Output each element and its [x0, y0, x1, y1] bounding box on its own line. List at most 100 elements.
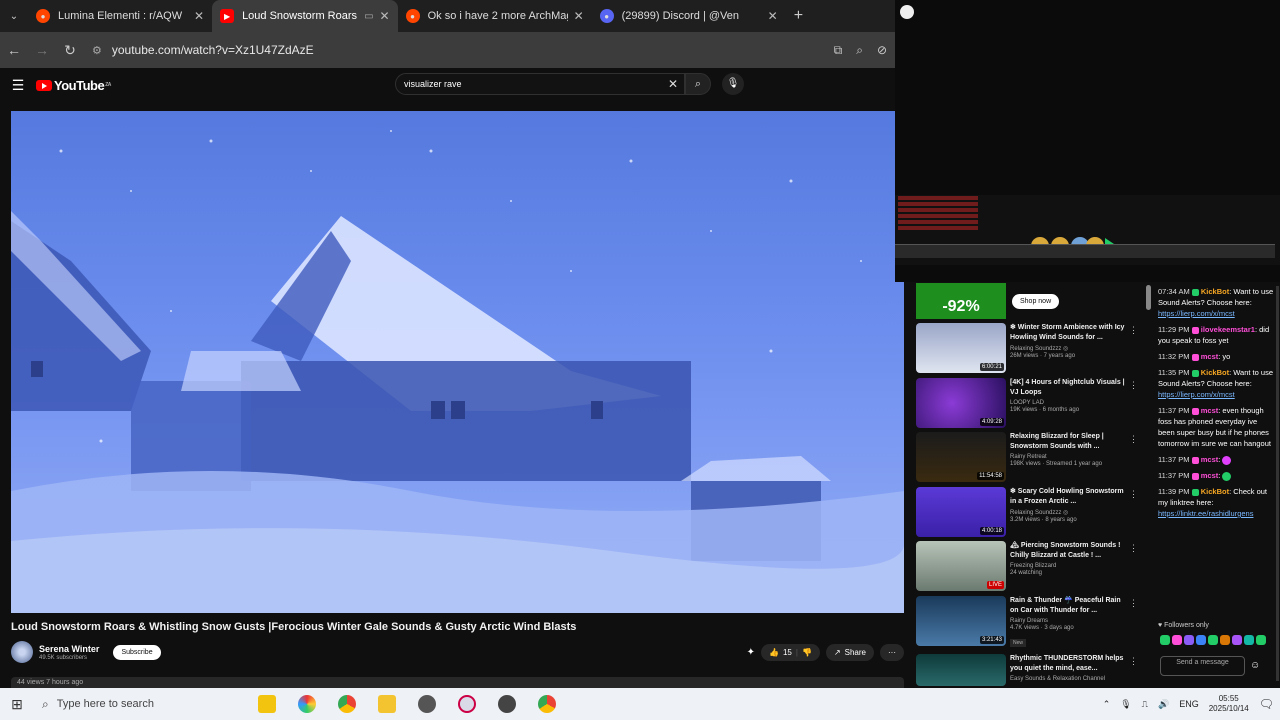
video-player[interactable]	[11, 111, 904, 613]
more-options-icon[interactable]: ⋮	[1129, 543, 1138, 554]
recommendation-item[interactable]: 11:54:58 Relaxing Blizzard for Sleep | Sn…	[916, 432, 1138, 482]
recommendation-channel[interactable]: Relaxing Soundzzz ◎	[1010, 345, 1130, 352]
video-thumbnail[interactable]: 6:00:21	[916, 323, 1006, 373]
tab-0[interactable]: ● Lumina Elementi : r/AQW ✕	[28, 0, 212, 32]
more-options-icon[interactable]: ⋮	[1129, 656, 1138, 667]
chat-username[interactable]: mcst	[1201, 406, 1219, 415]
recommendation-item[interactable]: LIVE 🏔 Piercing Snowstorm Sounds ! Chilly…	[916, 541, 1138, 591]
close-icon[interactable]: ✕	[768, 9, 778, 23]
channel-name[interactable]: Serena Winter	[39, 644, 99, 654]
volume-icon[interactable]: 🔊	[1158, 699, 1169, 710]
site-info-icon[interactable]: ⚙	[92, 44, 102, 57]
like-button[interactable]: 👍 15 | 👎	[761, 643, 820, 661]
chat-username[interactable]: KickBot	[1201, 487, 1229, 496]
chat-link[interactable]: https://lierp.com/x/mcst	[1158, 309, 1235, 318]
more-actions-button[interactable]: ···	[880, 643, 904, 661]
photos-icon[interactable]	[298, 695, 316, 713]
language-indicator[interactable]: ENG	[1179, 699, 1199, 709]
tab-3[interactable]: ● (29899) Discord | @Ven ✕	[592, 0, 786, 32]
emote-icon[interactable]	[1184, 635, 1194, 645]
chrome-icon[interactable]	[538, 695, 556, 713]
recommendation-item[interactable]: 4:09:28 [4K] 4 Hours of Nightclub Visuals…	[916, 378, 1138, 428]
recommendation-channel[interactable]: Freezing Blizzard	[1010, 563, 1130, 569]
recommendation-title[interactable]: 🏔 Piercing Snowstorm Sounds ! Chilly Bli…	[1010, 541, 1130, 561]
close-icon[interactable]: ✕	[574, 9, 584, 23]
recommendation-channel[interactable]: Easy Sounds & Relaxation Channel	[1010, 676, 1130, 682]
close-icon[interactable]: ✕	[380, 9, 390, 23]
recommendation-title[interactable]: Rhythmic THUNDERSTORM helps you quiet th…	[1010, 654, 1130, 674]
chat-scrollbar[interactable]	[1276, 286, 1279, 681]
chrome-icon[interactable]	[338, 695, 356, 713]
search-icon[interactable]: ⌕	[685, 73, 711, 95]
network-icon[interactable]: ⎍	[1142, 699, 1148, 710]
video-thumbnail[interactable]: 4:09:28	[916, 378, 1006, 428]
shop-now-button[interactable]: Shop now	[1012, 293, 1060, 309]
video-thumbnail[interactable]: LIVE	[916, 541, 1006, 591]
chat-link[interactable]: https://lierp.com/x/mcst	[1158, 390, 1235, 399]
chevron-up-icon[interactable]: ⌃	[1103, 699, 1111, 710]
taskbar-search[interactable]: ⌕ Type here to search	[34, 688, 274, 720]
emoji-icon[interactable]: ☺	[1250, 660, 1260, 671]
install-icon[interactable]: ⧉	[834, 43, 843, 58]
file-explorer-icon[interactable]	[378, 695, 396, 713]
forward-icon[interactable]: →	[28, 42, 56, 58]
new-tab-button[interactable]: +	[794, 7, 803, 25]
recommendation-title[interactable]: Rain & Thunder ☔ Peaceful Rain on Car wi…	[1010, 596, 1130, 616]
recommendation-title[interactable]: [4K] 4 Hours of Nightclub Visuals | VJ L…	[1010, 378, 1130, 398]
chat-link[interactable]: https://linktr.ee/rashidlurgens	[1158, 509, 1253, 518]
chat-message-input[interactable]: Send a message	[1160, 656, 1245, 676]
more-options-icon[interactable]: ⋮	[1129, 325, 1138, 336]
chat-username[interactable]: ilovekeemstar1	[1201, 325, 1255, 334]
chat-username[interactable]: KickBot	[1201, 287, 1229, 296]
recommendation-channel[interactable]: LOOPY LAD	[1010, 400, 1130, 406]
chat-username[interactable]: KickBot	[1201, 368, 1229, 377]
video-thumbnail[interactable]: 3:21:43	[916, 596, 1006, 646]
emote-icon[interactable]	[1256, 635, 1266, 645]
microphone-icon[interactable]: 🎙	[1120, 699, 1131, 710]
url-field[interactable]: ⚙ youtube.com/watch?v=Xz1U47ZdAzE	[92, 43, 834, 57]
thumbs-down-icon[interactable]: 👎	[802, 648, 812, 657]
recommendation-item[interactable]: 4:00:18 ❄ Scary Cold Howling Snowstorm in…	[916, 487, 1138, 537]
recommendation-channel[interactable]: Relaxing Soundzzz ◎	[1010, 509, 1130, 516]
zoom-icon[interactable]: ⌕	[856, 43, 863, 58]
video-thumbnail[interactable]	[916, 654, 1006, 686]
search-input[interactable]: visualizer rave ✕	[395, 73, 685, 95]
app-icon[interactable]	[498, 695, 516, 713]
scrollbar[interactable]	[1146, 285, 1151, 310]
emote-icon[interactable]	[1172, 635, 1182, 645]
tab-2[interactable]: ● Ok so i have 2 more ArchMage ✕	[398, 0, 592, 32]
avatar[interactable]	[11, 641, 33, 663]
windows-start-icon[interactable]: ⊞	[0, 696, 34, 713]
recommendation-item[interactable]: 3:21:43 Rain & Thunder ☔ Peaceful Rain on…	[916, 596, 1138, 647]
chat-username[interactable]: mcst	[1201, 471, 1219, 480]
reload-icon[interactable]: ↻	[56, 42, 84, 59]
recommendation-title[interactable]: ❄ Winter Storm Ambience with Icy Howling…	[1010, 323, 1130, 343]
more-options-icon[interactable]: ⋮	[1129, 434, 1138, 445]
media-icon[interactable]: ▭	[364, 11, 373, 22]
recommendation-item[interactable]: Rhythmic THUNDERSTORM helps you quiet th…	[916, 654, 1138, 686]
youtube-logo[interactable]: YouTube ZA	[36, 78, 111, 93]
video-thumbnail[interactable]: 11:54:58	[916, 432, 1006, 482]
emote-icon[interactable]	[1160, 635, 1170, 645]
clock[interactable]: 05:55 2025/10/14	[1209, 694, 1249, 714]
eye-off-icon[interactable]: ⊘	[877, 43, 887, 58]
ad-banner[interactable]: -92% Shop now	[916, 282, 1138, 320]
more-options-icon[interactable]: ⋮	[1129, 598, 1138, 609]
app-icon[interactable]	[418, 695, 436, 713]
subscribe-button[interactable]: Subscribe	[113, 644, 161, 660]
sparkle-icon[interactable]: ✦	[747, 647, 755, 658]
chat-username[interactable]: mcst	[1201, 455, 1219, 464]
video-thumbnail[interactable]: 4:00:18	[916, 487, 1006, 537]
chat-username[interactable]: mcst	[1201, 352, 1219, 361]
more-options-icon[interactable]: ⋮	[1129, 380, 1138, 391]
recommendation-item[interactable]: 6:00:21 ❄ Winter Storm Ambience with Icy …	[916, 323, 1138, 373]
tab-1[interactable]: ▶ Loud Snowstorm Roars & W ▭ ✕	[212, 0, 398, 32]
back-icon[interactable]: ←	[0, 42, 28, 58]
recommendation-channel[interactable]: Rainy Dreams	[1010, 618, 1130, 624]
notifications-icon[interactable]: 🗨	[1259, 697, 1274, 711]
share-button[interactable]: ↗ Share	[825, 643, 874, 661]
emote-icon[interactable]	[1232, 635, 1242, 645]
emote-icon[interactable]	[1196, 635, 1206, 645]
clear-icon[interactable]: ✕	[668, 77, 678, 91]
microphone-icon[interactable]: 🎙	[722, 73, 744, 95]
